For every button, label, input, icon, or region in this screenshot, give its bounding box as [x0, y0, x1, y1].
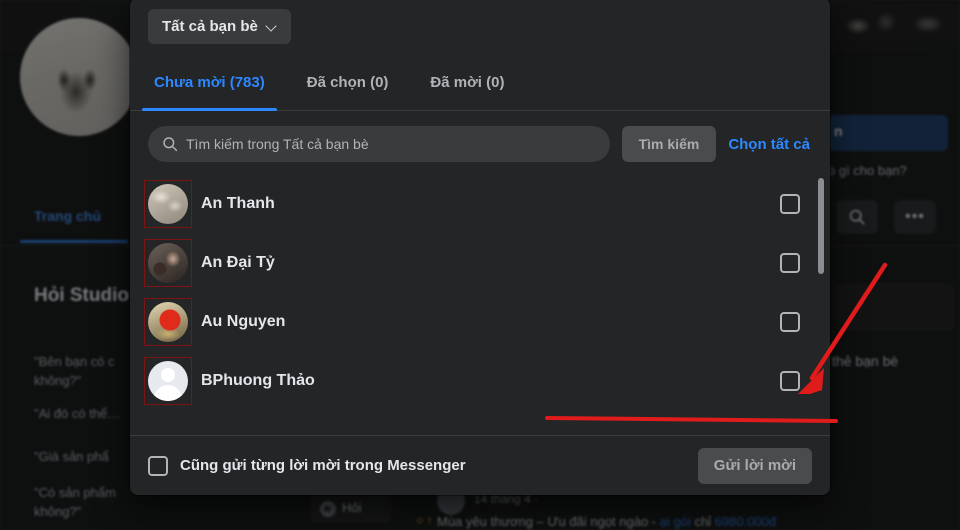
friend-list: An Thanh An Đại Tỷ Au Nguyen BPhuong Thả… [130, 174, 830, 435]
page-search-button[interactable] [836, 200, 878, 234]
avatar-wrapper [144, 238, 192, 287]
tab-selected[interactable]: Đã chọn (0) [293, 55, 403, 110]
search-input[interactable] [148, 126, 610, 162]
friend-checkbox[interactable] [780, 193, 800, 214]
ask-messenger-chip[interactable]: Hỏi [310, 495, 392, 523]
search-field-wrapper [148, 126, 610, 162]
invite-friends-dialog: Tất cả bạn bè Chưa mời (783) Đã chọn (0)… [130, 0, 830, 495]
ellipsis-icon: ••• [905, 208, 925, 225]
friend-name: An Thanh [201, 194, 275, 212]
friend-name: An Đại Tỷ [201, 253, 275, 271]
avatar-wrapper [144, 356, 192, 405]
primary-action-button[interactable]: n [828, 115, 948, 151]
friend-name: BPhuong Thảo [201, 371, 315, 389]
post-text-mid: chỉ [690, 514, 715, 529]
select-all-link[interactable]: Chọn tất cả [728, 136, 812, 153]
tab-selected-label: Đã chọn (0) [306, 74, 389, 91]
friend-name: Au Nguyen [201, 312, 286, 330]
avatar-wrapper [144, 179, 192, 228]
friend-row[interactable]: BPhuong Thảo [144, 351, 830, 410]
search-icon [849, 209, 865, 225]
friend-row[interactable]: Au Nguyen [144, 292, 830, 351]
profile-avatar [18, 16, 140, 138]
primary-action-label: n [834, 123, 843, 139]
messenger-invite-checkbox[interactable] [148, 455, 168, 476]
audience-filter-dropdown[interactable]: Tất cả bạn bè [148, 9, 291, 44]
dialog-footer: Cũng gửi từng lời mời trong Messenger Gử… [130, 435, 830, 495]
post-text-price: 6980.000đ [714, 514, 777, 529]
avatar [148, 183, 188, 224]
cover-photo-thumbnails [836, 4, 960, 40]
friend-checkbox[interactable] [780, 252, 800, 273]
messenger-invite-label: Cũng gửi từng lời mời trong Messenger [180, 457, 466, 474]
background-panel [836, 283, 954, 331]
search-button[interactable]: Tìm kiếm [621, 126, 717, 162]
list-scrollbar[interactable] [818, 178, 824, 398]
page-more-button[interactable]: ••• [894, 200, 936, 234]
dialog-header: Tất cả bạn bè [130, 0, 830, 55]
tab-not-invited-label: Chưa mời (783) [154, 74, 265, 91]
tab-invited-label: Đã mời (0) [430, 74, 505, 91]
post-text-pre: Mùa yêu thương – Ưu đãi ngọt ngào - [437, 514, 660, 529]
friend-checkbox[interactable] [780, 370, 800, 391]
post-text-highlight: ại gói [659, 514, 691, 529]
friend-row[interactable]: An Thanh [144, 174, 830, 233]
dialog-search-row: Tìm kiếm Chọn tất cả [130, 111, 830, 174]
friend-checkbox[interactable] [780, 311, 800, 332]
avatar [148, 301, 188, 342]
scrollbar-thumb[interactable] [818, 178, 824, 274]
avatar [148, 360, 188, 401]
send-invites-button[interactable]: Gửi lời mời [697, 447, 812, 484]
friend-row[interactable]: An Đại Tỷ [144, 233, 830, 292]
screenshot-root: Trang chủ Hỏi Studio cưới đẹp "Bên bạn c… [0, 0, 960, 530]
nav-active-underline [20, 240, 128, 243]
avatar [148, 242, 188, 283]
audience-filter-label: Tất cả bạn bè [162, 18, 258, 35]
avatar-wrapper [144, 297, 192, 346]
nav-item-home[interactable]: Trang chủ [34, 208, 101, 224]
friends-tag-label: thẻ bạn bè [832, 353, 899, 369]
messenger-icon [320, 501, 336, 517]
tab-invited[interactable]: Đã mời (0) [416, 55, 518, 110]
post-text: Mùa yêu thương – Ưu đãi ngọt ngào - ại g… [437, 514, 776, 529]
dialog-tabs: Chưa mời (783) Đã chọn (0) Đã mời (0) [130, 55, 830, 111]
chevron-down-icon [267, 22, 277, 32]
ask-messenger-label: Hỏi [342, 500, 362, 515]
tab-not-invited[interactable]: Chưa mời (783) [140, 55, 279, 111]
post-reactions: ○ ↑ [416, 513, 433, 527]
page-intro-text: o gì cho bạn? [828, 163, 907, 178]
